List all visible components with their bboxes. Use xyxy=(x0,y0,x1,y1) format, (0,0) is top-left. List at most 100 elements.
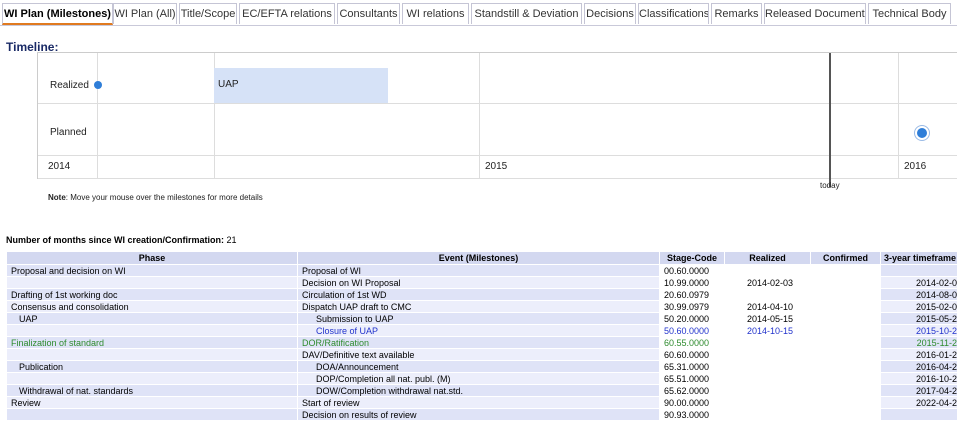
confirmed-cell xyxy=(810,276,881,289)
milestones-table: Phase Event (Milestones) Stage-Code Real… xyxy=(6,251,957,421)
realized-cell: 2014-02-03 xyxy=(724,276,811,289)
today-label: today xyxy=(820,181,840,190)
phase-cell xyxy=(6,324,298,337)
stage-code-cell: 90.00.0000 xyxy=(659,396,725,409)
phase-cell xyxy=(6,372,298,385)
timeline-grid-line xyxy=(898,53,899,179)
table-row: Publication DOA/Announcement 65.31.0000 201… xyxy=(6,360,957,373)
note-bold-label: Note xyxy=(48,193,66,202)
realized-milestone-marker[interactable] xyxy=(94,81,102,89)
timeline-note: Note: Move your mouse over the milestone… xyxy=(48,193,263,202)
planned-milestone-marker[interactable] xyxy=(915,126,929,140)
confirmed-cell xyxy=(810,312,881,325)
table-row: Consensus and consolidation Dispatch UAP … xyxy=(6,300,957,313)
tab-wi-plan-milestones[interactable]: WI Plan (Milestones) xyxy=(2,3,113,25)
table-row: Finalization of standard DOR/Ratification… xyxy=(6,336,957,349)
stage-code-cell: 20.60.0979 xyxy=(659,288,725,301)
stage-code-cell: 65.62.0000 xyxy=(659,384,725,397)
months-since-creation: Number of months since WI creation/Confi… xyxy=(6,235,237,245)
tab-consultants[interactable]: Consultants xyxy=(337,3,400,24)
stage-code-cell: 50.20.0000 xyxy=(659,312,725,325)
phase-cell: Finalization of standard xyxy=(6,336,298,349)
column-header-stage-code: Stage-Code xyxy=(659,251,725,265)
event-cell: DOA/Announcement xyxy=(297,360,660,373)
months-label: Number of months since WI creation/Confi… xyxy=(6,235,225,245)
timeframe-cell: 2016-04-22 xyxy=(880,360,957,373)
event-cell: Submission to UAP xyxy=(297,312,660,325)
phase-cell xyxy=(6,276,298,289)
year-label-2015: 2015 xyxy=(485,161,508,172)
tab-wi-plan-all[interactable]: WI Plan (All) xyxy=(113,3,177,24)
phase-cell: Publication xyxy=(6,360,298,373)
stage-code-cell: 10.99.0000 xyxy=(659,276,725,289)
timeframe-cell: 2016-01-22 xyxy=(880,348,957,361)
confirmed-cell xyxy=(810,300,881,313)
realized-cell: 2014-10-15 xyxy=(724,324,811,337)
table-row: Withdrawal of nat. standards DOW/Completi… xyxy=(6,384,957,397)
row-label-planned: Planned xyxy=(50,127,87,138)
timeframe-cell: 2022-04-22 xyxy=(880,396,957,409)
table-row: UAP Submission to UAP 50.20.0000 2014-05-15… xyxy=(6,312,957,325)
timeline-chart: UAP Realized Planned 2014 2015 2016 toda… xyxy=(37,52,957,190)
timeframe-cell: 2014-02-03 xyxy=(880,276,957,289)
confirmed-cell xyxy=(810,324,881,337)
timeline-bottom-border xyxy=(38,178,957,179)
event-cell: DAV/Definitive text available xyxy=(297,348,660,361)
realized-cell xyxy=(724,372,811,385)
event-cell: Start of review xyxy=(297,396,660,409)
tab-decisions[interactable]: Decisions xyxy=(584,3,636,24)
stage-code-cell: 50.60.0000 xyxy=(659,324,725,337)
phase-cell xyxy=(6,348,298,361)
tab-remarks[interactable]: Remarks xyxy=(711,3,762,24)
tab-ec-efta-relations[interactable]: EC/EFTA relations xyxy=(239,3,335,24)
tab-wi-relations[interactable]: WI relations xyxy=(402,3,469,24)
realized-cell xyxy=(724,396,811,409)
timeline-row-divider xyxy=(38,155,957,156)
tab-title-scope[interactable]: Title/Scope xyxy=(179,3,237,24)
phase-cell: Proposal and decision on WI xyxy=(6,264,298,277)
realized-cell xyxy=(724,336,811,349)
realized-cell xyxy=(724,384,811,397)
phase-cell xyxy=(6,408,298,421)
tab-technical-body[interactable]: Technical Body xyxy=(868,3,951,24)
table-row: DAV/Definitive text available 60.60.0000 2… xyxy=(6,348,957,361)
phase-cell: Consensus and consolidation xyxy=(6,300,298,313)
confirmed-cell xyxy=(810,408,881,421)
confirmed-cell xyxy=(810,372,881,385)
column-header-phase: Phase xyxy=(6,251,298,265)
uap-label: UAP xyxy=(218,79,239,90)
timeframe-cell: 2015-10-22 xyxy=(880,324,957,337)
table-row: Closure of UAP 50.60.0000 2014-10-15 2015-1… xyxy=(6,324,957,337)
stage-code-cell: 30.99.0979 xyxy=(659,300,725,313)
event-cell: Proposal of WI xyxy=(297,264,660,277)
table-row: DOP/Completion all nat. publ. (M) 65.51.0… xyxy=(6,372,957,385)
timeline-grid-line xyxy=(97,53,98,179)
column-header-confirmed: Confirmed xyxy=(810,251,881,265)
table-row: Decision on results of review 90.93.0000 xyxy=(6,408,957,421)
stage-code-cell: 60.60.0000 xyxy=(659,348,725,361)
timeframe-cell: 2016-10-22 xyxy=(880,372,957,385)
tab-classifications[interactable]: Classifications xyxy=(638,3,709,24)
timeframe-cell: 2017-04-22 xyxy=(880,384,957,397)
milestones-table-body: Proposal and decision on WI Proposal of W… xyxy=(6,264,957,421)
event-cell: DOP/Completion all nat. publ. (M) xyxy=(297,372,660,385)
timeframe-cell: 2015-11-22 xyxy=(880,336,957,349)
phase-cell: Withdrawal of nat. standards xyxy=(6,384,298,397)
timeframe-cell xyxy=(880,408,957,421)
table-header-row: Phase Event (Milestones) Stage-Code Real… xyxy=(6,251,957,265)
months-value: 21 xyxy=(226,235,237,245)
tab-released-documents[interactable]: Released Documents xyxy=(764,3,866,24)
event-cell: Dispatch UAP draft to CMC xyxy=(297,300,660,313)
today-line xyxy=(829,53,831,187)
confirmed-cell xyxy=(810,264,881,277)
confirmed-cell xyxy=(810,360,881,373)
uap-period-bar[interactable] xyxy=(214,68,388,103)
phase-cell: Drafting of 1st working doc xyxy=(6,288,298,301)
stage-code-cell: 65.31.0000 xyxy=(659,360,725,373)
confirmed-cell xyxy=(810,336,881,349)
column-header-event: Event (Milestones) xyxy=(297,251,660,265)
tab-standstill-deviation[interactable]: Standstill & Deviation xyxy=(471,3,582,24)
confirmed-cell xyxy=(810,396,881,409)
tab-bar: WI Plan (Milestones) WI Plan (All) Title… xyxy=(0,0,957,26)
event-cell: DOW/Completion withdrawal nat.std. xyxy=(297,384,660,397)
